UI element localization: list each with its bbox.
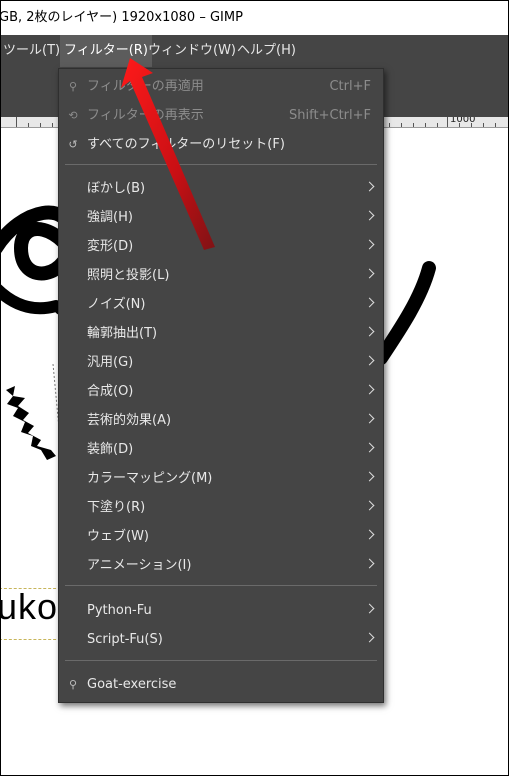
ruler-tick (447, 117, 448, 127)
ruler-tick (483, 123, 484, 127)
menu-item-goat-exercise[interactable]: ⚲ Goat-exercise (59, 670, 383, 699)
submenu-arrow-icon (364, 239, 375, 250)
menu-item-label: Python-Fu (87, 603, 152, 618)
menu-item-python-fu[interactable]: Python-Fu (59, 596, 383, 625)
menu-item-reapply-filter[interactable]: ⚲ フィルターの再適用 Ctrl+F (59, 72, 383, 101)
window-title: GB, 2枚のレイヤー) 1920x1080 – GIMP (1, 10, 243, 25)
ruler-tick (425, 123, 426, 127)
menu-item-distorts[interactable]: 変形(D) (59, 232, 383, 261)
menu-item-label: すべてのフィルターのリセット(F) (87, 137, 285, 152)
menu-tools[interactable]: ツール(T) (0, 35, 64, 67)
goat-filter-icon: ⚲ (68, 678, 78, 691)
menu-item-label: フィルターの再表示 (87, 108, 204, 123)
menu-item-label: ぼかし(B) (87, 181, 146, 196)
ruler-tick (437, 123, 438, 127)
ruler-tick (413, 123, 414, 127)
ruler-tick (471, 123, 472, 127)
menu-item-label: カラーマッピング(M) (87, 471, 213, 486)
menu-windows[interactable]: ウィンドウ(W) (144, 35, 240, 67)
menu-item-web[interactable]: ウェブ(W) (59, 522, 383, 551)
menu-item-edge-detect[interactable]: 輪郭抽出(T) (59, 319, 383, 348)
menu-item-label: ウェブ(W) (87, 529, 149, 544)
filters-dropdown-menu: ⚲ フィルターの再適用 Ctrl+F ⟲ フィルターの再表示 Shift+Ctr… (58, 68, 384, 703)
menu-item-label: アニメーション(I) (87, 558, 192, 573)
menu-item-decor[interactable]: 装飾(D) (59, 435, 383, 464)
canvas-text-layer: uko (1, 586, 59, 627)
menu-item-reshow-filter[interactable]: ⟲ フィルターの再表示 Shift+Ctrl+F (59, 101, 383, 130)
menu-item-label: 汎用(G) (87, 355, 134, 370)
menu-item-enhance[interactable]: 強調(H) (59, 203, 383, 232)
menu-help[interactable]: ヘルプ(H) (233, 35, 300, 67)
menu-item-label: ノイズ(N) (87, 297, 146, 312)
menu-item-label: 下塗り(R) (87, 500, 146, 515)
menu-item-color-mapping[interactable]: カラーマッピング(M) (59, 464, 383, 493)
menu-item-label: フィルターの再適用 (87, 79, 204, 94)
menu-item-label: 芸術的効果(A) (87, 413, 172, 428)
submenu-arrow-icon (364, 529, 375, 540)
ruler-tick (28, 123, 29, 127)
submenu-arrow-icon (364, 326, 375, 337)
filter-reshow-icon: ⟲ (68, 109, 78, 122)
menu-item-combine[interactable]: 合成(O) (59, 377, 383, 406)
menu-item-render[interactable]: 下塗り(R) (59, 493, 383, 522)
menu-item-light-and-shadow[interactable]: 照明と投影(L) (59, 261, 383, 290)
ruler-tick (389, 123, 390, 127)
submenu-arrow-icon (364, 500, 375, 511)
menu-item-label: 照明と投影(L) (87, 268, 170, 283)
submenu-arrow-icon (364, 632, 375, 643)
ruler-tick (401, 123, 402, 127)
title-bar: GB, 2枚のレイヤー) 1920x1080 – GIMP (1, 1, 508, 35)
submenu-arrow-icon (364, 558, 375, 569)
submenu-arrow-icon (364, 471, 375, 482)
ruler-tick (495, 123, 496, 127)
submenu-arrow-icon (364, 268, 375, 279)
ruler-tick (40, 123, 41, 127)
star-brush-stroke (6, 386, 56, 460)
submenu-arrow-icon (364, 297, 375, 308)
menu-item-blur[interactable]: ぼかし(B) (59, 174, 383, 203)
menu-item-label: Goat-exercise (87, 677, 177, 692)
menu-filters[interactable]: フィルター(R) (60, 35, 152, 67)
menu-item-label: 合成(O) (87, 384, 134, 399)
menu-item-noise[interactable]: ノイズ(N) (59, 290, 383, 319)
shortcut-label: Shift+Ctrl+F (289, 108, 371, 123)
menu-item-label: 輪郭抽出(T) (87, 326, 158, 341)
submenu-arrow-icon (364, 603, 375, 614)
submenu-arrow-icon (364, 413, 375, 424)
menu-item-label: 変形(D) (87, 239, 134, 254)
menu-item-label: 強調(H) (87, 210, 133, 225)
menu-item-label: 装飾(D) (87, 442, 134, 457)
filter-icon: ⚲ (68, 80, 78, 93)
menu-item-reset-all-filters[interactable]: ↺ すべてのフィルターのリセット(F) (59, 130, 383, 159)
menu-item-generic[interactable]: 汎用(G) (59, 348, 383, 377)
submenu-arrow-icon (364, 181, 375, 192)
menu-item-animation[interactable]: アニメーション(I) (59, 551, 383, 580)
reset-icon: ↺ (68, 138, 78, 151)
brush-stroke-curve (374, 261, 436, 365)
ruler-tick (52, 123, 53, 127)
brush-stroke-wave (1, 284, 62, 315)
menu-item-artistic[interactable]: 芸術的効果(A) (59, 406, 383, 435)
submenu-arrow-icon (364, 355, 375, 366)
menu-separator (65, 585, 377, 586)
shortcut-label: Ctrl+F (329, 79, 371, 94)
submenu-arrow-icon (364, 384, 375, 395)
menu-bar: ツール(T) フィルター(R) ウィンドウ(W) ヘルプ(H) (1, 35, 508, 67)
menu-separator (65, 164, 377, 165)
menu-item-label: Script-Fu(S) (87, 632, 163, 647)
ruler-tick (459, 123, 460, 127)
submenu-arrow-icon (364, 442, 375, 453)
ruler-tick (16, 117, 17, 127)
menu-item-script-fu[interactable]: Script-Fu(S) (59, 625, 383, 654)
menu-separator (65, 660, 377, 661)
submenu-arrow-icon (364, 210, 375, 221)
